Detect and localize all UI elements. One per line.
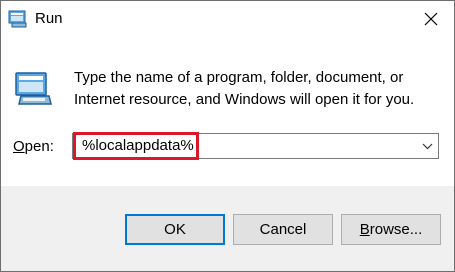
browse-mnemonic: B	[359, 221, 370, 238]
browse-button[interactable]: Browse...	[341, 214, 441, 245]
window-title: Run	[35, 10, 63, 27]
dialog-description: Type the name of a program, folder, docu…	[74, 67, 434, 111]
browse-label: rowse...	[369, 221, 423, 238]
close-icon	[424, 12, 438, 26]
chevron-down-icon	[422, 143, 432, 149]
open-input[interactable]	[73, 134, 422, 158]
description-line: Type the name of a program, folder, docu…	[74, 69, 404, 86]
button-bar: OK Cancel Browse...	[1, 186, 454, 271]
description-line: Internet resource, and Windows will open…	[74, 91, 415, 108]
open-label: Open:	[13, 138, 54, 156]
open-label-mnemonic: O	[13, 138, 25, 155]
title-bar: Run	[1, 1, 454, 37]
cancel-button[interactable]: Cancel	[233, 214, 333, 245]
open-combobox[interactable]	[72, 133, 439, 159]
run-app-icon	[8, 10, 28, 28]
run-app-icon	[13, 70, 53, 110]
close-button[interactable]	[408, 1, 454, 37]
dropdown-button[interactable]	[416, 134, 438, 158]
open-label-text: pen:	[24, 138, 54, 155]
run-dialog: Run Type the name of a program, folder, …	[0, 0, 455, 272]
ok-button[interactable]: OK	[125, 214, 225, 245]
